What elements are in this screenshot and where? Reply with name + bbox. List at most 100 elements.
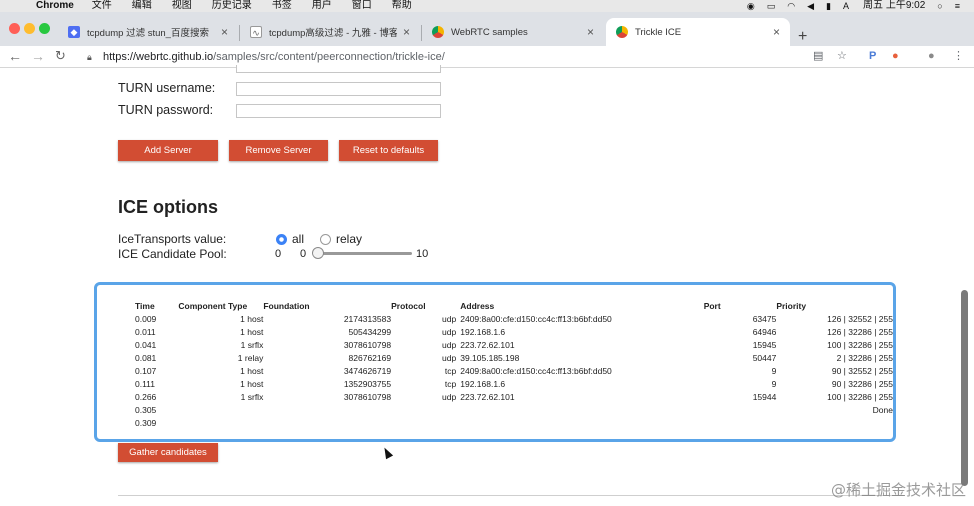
- reload-icon[interactable]: ↻: [55, 48, 66, 64]
- forward-arrow-icon[interactable]: →: [31, 48, 45, 64]
- extension-p-icon[interactable]: P: [869, 49, 876, 63]
- cell-address: 2409:8a00:cfe:d150:cc4c:ff13:b6bf:dd50: [460, 365, 612, 376]
- pool-slider-thumb[interactable]: [312, 247, 324, 259]
- zoom-window-button[interactable]: [39, 23, 50, 34]
- cell-time: 0.309: [135, 417, 157, 428]
- clock[interactable]: 周五 上午9:02: [863, 0, 925, 12]
- cell-type: srflx: [247, 391, 264, 402]
- cell-component-type: 1 srflx: [178, 338, 264, 351]
- pool-min-label: 0: [300, 248, 307, 260]
- minimize-window-button[interactable]: [24, 23, 35, 34]
- back-arrow-icon[interactable]: ←: [8, 48, 22, 64]
- header-component-type: Component Type: [178, 299, 263, 312]
- close-icon[interactable]: ×: [221, 25, 228, 39]
- cell-time: 0.107: [135, 365, 157, 376]
- cell-time: 0.011: [135, 326, 156, 337]
- battery-icon[interactable]: ▮: [826, 0, 831, 12]
- radio-all[interactable]: [276, 234, 287, 245]
- notification-center-icon[interactable]: ≡: [955, 0, 960, 12]
- menu-app-name[interactable]: Chrome: [36, 0, 74, 12]
- pool-slider-track[interactable]: [318, 252, 412, 255]
- close-window-button[interactable]: [9, 23, 20, 34]
- menu-people[interactable]: 用户: [312, 0, 332, 12]
- lock-icon[interactable]: 🔒︎: [87, 48, 92, 66]
- cell-address: 39.105.185.198: [460, 352, 520, 363]
- input-method-icon[interactable]: A: [843, 0, 849, 12]
- extension-icon[interactable]: ●: [892, 49, 899, 63]
- cell-time: 0.111: [135, 378, 156, 389]
- radio-all-label[interactable]: all: [292, 232, 304, 246]
- new-tab-button[interactable]: +: [798, 29, 807, 45]
- menu-history[interactable]: 历史记录: [212, 0, 252, 12]
- cell-foundation: [263, 416, 391, 429]
- record-icon[interactable]: ◉: [747, 0, 755, 12]
- translate-icon[interactable]: ▤: [813, 49, 823, 63]
- header-port: Port: [703, 300, 721, 311]
- table-row: 0.111 1 host 1352903755 tcp 192.168.1.6 9 90 |…: [135, 377, 893, 390]
- ice-transports-label: IceTransports value:: [118, 232, 227, 246]
- cell-protocol: tcp: [444, 378, 457, 389]
- cell-time: 0.305: [135, 404, 157, 415]
- cell-address: 223.72.62.101: [460, 339, 515, 350]
- more-menu-icon[interactable]: ⋮: [953, 49, 964, 63]
- cell-port: 15944: [752, 391, 777, 402]
- cell-address: [456, 416, 703, 429]
- cast-icon[interactable]: ▭: [767, 0, 776, 12]
- close-icon[interactable]: ×: [587, 25, 594, 39]
- table-row: 0.009 1 host 2174313583 udp 2409:8a00:cfe:d1…: [135, 312, 893, 325]
- turn-server-field-partial[interactable]: [236, 65, 441, 73]
- table-row: 0.309: [135, 416, 893, 429]
- cell-component: 1: [240, 391, 246, 402]
- cell-component: 1: [240, 313, 245, 324]
- wifi-icon[interactable]: ◠: [787, 0, 795, 12]
- webrtc-icon: [616, 26, 628, 38]
- profile-avatar-icon[interactable]: ●: [928, 49, 935, 63]
- tab-webrtc-samples[interactable]: WebRTC samples ×: [422, 18, 604, 46]
- page-scrollbar[interactable]: [961, 290, 968, 486]
- close-icon[interactable]: ×: [403, 25, 410, 39]
- tab-trickle-ice[interactable]: Trickle ICE ×: [606, 18, 790, 46]
- cell-address: 2409:8a00:cfe:d150:cc4c:ff13:b6bf:dd50: [460, 313, 612, 324]
- table-row: 0.305 Done: [135, 403, 893, 416]
- menu-bookmarks[interactable]: 书签: [272, 0, 292, 12]
- bookmark-star-icon[interactable]: ☆: [837, 49, 847, 63]
- cell-priority: [776, 416, 893, 429]
- cell-time: 0.266: [135, 391, 157, 402]
- cell-priority: 100 | 32286 | 255: [827, 391, 893, 402]
- cell-protocol: udp: [442, 339, 457, 350]
- radio-relay-label[interactable]: relay: [336, 232, 362, 246]
- address-bar[interactable]: 🔒︎ https://webrtc.github.io/samples/src/…: [82, 48, 864, 66]
- cell-priority: Done: [872, 404, 893, 415]
- cell-foundation: 3078610798: [343, 391, 392, 402]
- cell-component: 1: [240, 339, 246, 350]
- header-time: Time: [135, 300, 155, 311]
- turn-username-field[interactable]: [236, 82, 441, 96]
- turn-password-field[interactable]: [236, 104, 441, 118]
- menu-help[interactable]: 帮助: [392, 0, 412, 12]
- menu-window[interactable]: 窗口: [352, 0, 372, 12]
- paw-icon: ◆: [68, 26, 80, 38]
- cell-type: host: [247, 365, 264, 376]
- cell-protocol: [391, 403, 456, 416]
- radio-relay[interactable]: [320, 234, 331, 245]
- pool-value: 0: [275, 248, 282, 260]
- tab-baidu-search[interactable]: ◆ tcpdump 过滤 stun_百度搜索 ×: [58, 18, 238, 46]
- menu-view[interactable]: 视图: [172, 0, 192, 12]
- cell-port: [704, 416, 777, 429]
- volume-icon[interactable]: ◀: [807, 0, 814, 12]
- app-menus: Chrome 文件 编辑 视图 历史记录 书签 用户 窗口 帮助: [36, 0, 432, 12]
- search-icon[interactable]: ○: [937, 0, 942, 12]
- reset-defaults-button[interactable]: Reset to defaults: [339, 140, 438, 161]
- remove-server-button[interactable]: Remove Server: [229, 140, 328, 161]
- cell-protocol: tcp: [444, 365, 457, 376]
- status-area: ◉ ▭ ◠ ◀ ▮ A 周五 上午9:02 ○ ≡: [735, 0, 960, 12]
- url-text[interactable]: https://webrtc.github.io/samples/src/con…: [103, 48, 445, 66]
- tab-cnblogs[interactable]: ∿ tcpdump高级过滤 - 九雅 - 博客 ×: [240, 18, 420, 46]
- gather-candidates-button[interactable]: Gather candidates: [118, 443, 218, 462]
- close-icon[interactable]: ×: [773, 25, 780, 39]
- cell-foundation: 3474626719: [343, 365, 392, 376]
- cell-time: 0.041: [135, 339, 157, 350]
- menu-edit[interactable]: 编辑: [132, 0, 152, 12]
- menu-file[interactable]: 文件: [92, 0, 112, 12]
- add-server-button[interactable]: Add Server: [118, 140, 218, 161]
